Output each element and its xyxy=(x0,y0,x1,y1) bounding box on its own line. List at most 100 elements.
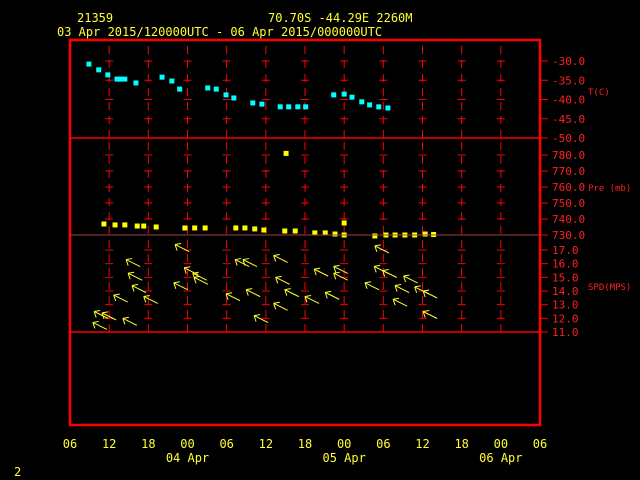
pressure-point xyxy=(192,225,198,231)
temperature-point xyxy=(223,92,229,98)
x-tick-label: 00 xyxy=(494,437,508,451)
wind-arrow-head xyxy=(193,275,201,278)
pressure-point xyxy=(252,226,258,232)
x-tick-label: 18 xyxy=(141,437,155,451)
y-tick-label-wind: 14.0 xyxy=(552,285,579,298)
pressure-point xyxy=(122,222,128,228)
y-tick-label-temperature: -40.0 xyxy=(552,94,585,107)
wind-arrow-head xyxy=(414,285,421,288)
pressure-point xyxy=(202,225,208,231)
wind-arrow xyxy=(245,288,261,298)
x-tick-label: 00 xyxy=(337,437,351,451)
x-tick-label: 06 xyxy=(376,437,390,451)
pressure-point xyxy=(422,231,428,237)
wind-arrow-head xyxy=(284,288,291,291)
wind-arrow-head xyxy=(254,314,261,317)
pressure-point xyxy=(134,223,140,229)
temperature-point xyxy=(177,86,183,92)
wind-arrow-head xyxy=(101,311,109,314)
y-tick-label-wind: 15.0 xyxy=(552,271,579,284)
temperature-point xyxy=(259,101,265,107)
wind-arrow xyxy=(275,275,290,285)
temperature-point xyxy=(341,91,347,97)
y-tick-label-temperature: -30.0 xyxy=(552,55,585,68)
temperature-point xyxy=(205,85,211,91)
x-tick-label: 12 xyxy=(259,437,273,451)
temperature-point xyxy=(286,104,292,110)
wind-arrow-head xyxy=(184,266,191,269)
wind-arrow-head xyxy=(423,289,430,292)
weather-station-plot: 21359 70.70S -44.29E 2260M 03 Apr 2015/1… xyxy=(14,11,631,479)
wind-arrow-head xyxy=(333,264,340,267)
temperature-point xyxy=(213,86,219,92)
y-axis-label-wind: SPD(MPS) xyxy=(588,283,631,293)
x-tick-label: 06 xyxy=(533,437,547,451)
pressure-point xyxy=(233,225,239,231)
pressure-point xyxy=(332,231,338,237)
y-tick-label-pressure: 750.0 xyxy=(552,197,585,210)
wind-arrow xyxy=(273,301,288,311)
y-axis-label-pressure: Pre (mb) xyxy=(588,184,631,194)
y-tick-label-wind: 17.0 xyxy=(552,244,579,257)
x-tick-label: 06 xyxy=(63,437,77,451)
temperature-point xyxy=(349,94,355,100)
wind-arrow xyxy=(127,271,143,281)
wind-arrow-head xyxy=(275,275,282,278)
y-tick-label-temperature: -35.0 xyxy=(552,74,585,87)
temperature-point xyxy=(96,67,102,73)
temperature-point xyxy=(331,92,337,98)
pressure-point xyxy=(292,228,298,234)
temperature-point xyxy=(231,95,237,101)
pressure-point xyxy=(341,220,347,226)
temperature-point xyxy=(359,99,365,105)
wind-arrow xyxy=(92,320,108,330)
temperature-point xyxy=(295,104,301,110)
y-axis-label-temperature: T(C) xyxy=(588,88,610,98)
y-tick-label-wind: 13.0 xyxy=(552,299,579,312)
x-tick-label: 18 xyxy=(298,437,312,451)
y-tick-label-wind: 12.0 xyxy=(552,312,579,325)
x-tick-label: 00 xyxy=(180,437,194,451)
temperature-point xyxy=(277,104,283,110)
wind-arrow xyxy=(225,292,241,302)
wind-arrow-head xyxy=(393,297,400,300)
wind-arrow-head xyxy=(122,316,129,319)
wind-arrow xyxy=(174,243,190,252)
temperature-point xyxy=(122,76,128,82)
temperature-point xyxy=(367,102,373,108)
wind-arrow xyxy=(284,288,299,298)
wind-arrow xyxy=(273,253,288,263)
wind-arrow-head xyxy=(374,264,381,267)
wind-arrow xyxy=(374,244,390,254)
wind-arrow-head xyxy=(273,301,280,304)
wind-arrow xyxy=(313,267,329,277)
wind-arrow-head xyxy=(173,281,180,284)
pressure-point xyxy=(112,222,118,228)
wind-arrow-head xyxy=(333,271,340,274)
page-number: 2 xyxy=(14,465,21,479)
x-date-label: 04 Apr xyxy=(166,451,209,465)
y-tick-label-pressure: 760.0 xyxy=(552,181,585,194)
pressure-point xyxy=(101,221,107,227)
wind-arrow-head xyxy=(403,274,410,277)
pressure-point xyxy=(153,224,159,230)
grid xyxy=(105,46,505,333)
wind-arrow xyxy=(392,297,408,307)
pressure-point xyxy=(283,150,289,156)
data-marks xyxy=(86,61,438,330)
wind-arrow-head xyxy=(92,320,99,323)
y-tick-label-pressure: 730.0 xyxy=(552,229,585,242)
wind-arrow xyxy=(422,310,438,319)
y-tick-label-pressure: 740.0 xyxy=(552,213,585,226)
wind-arrow xyxy=(394,284,410,293)
x-tick-label: 18 xyxy=(454,437,468,451)
wind-arrow-head xyxy=(374,244,381,247)
x-tick-label: 06 xyxy=(219,437,233,451)
x-date-label: 06 Apr xyxy=(479,451,522,465)
y-tick-label-pressure: 770.0 xyxy=(552,165,585,178)
pressure-point xyxy=(141,223,147,229)
x-tick-label: 12 xyxy=(102,437,116,451)
y-tick-label-wind: 16.0 xyxy=(552,258,579,271)
wind-arrow xyxy=(304,294,320,304)
wind-arrow xyxy=(143,294,158,304)
